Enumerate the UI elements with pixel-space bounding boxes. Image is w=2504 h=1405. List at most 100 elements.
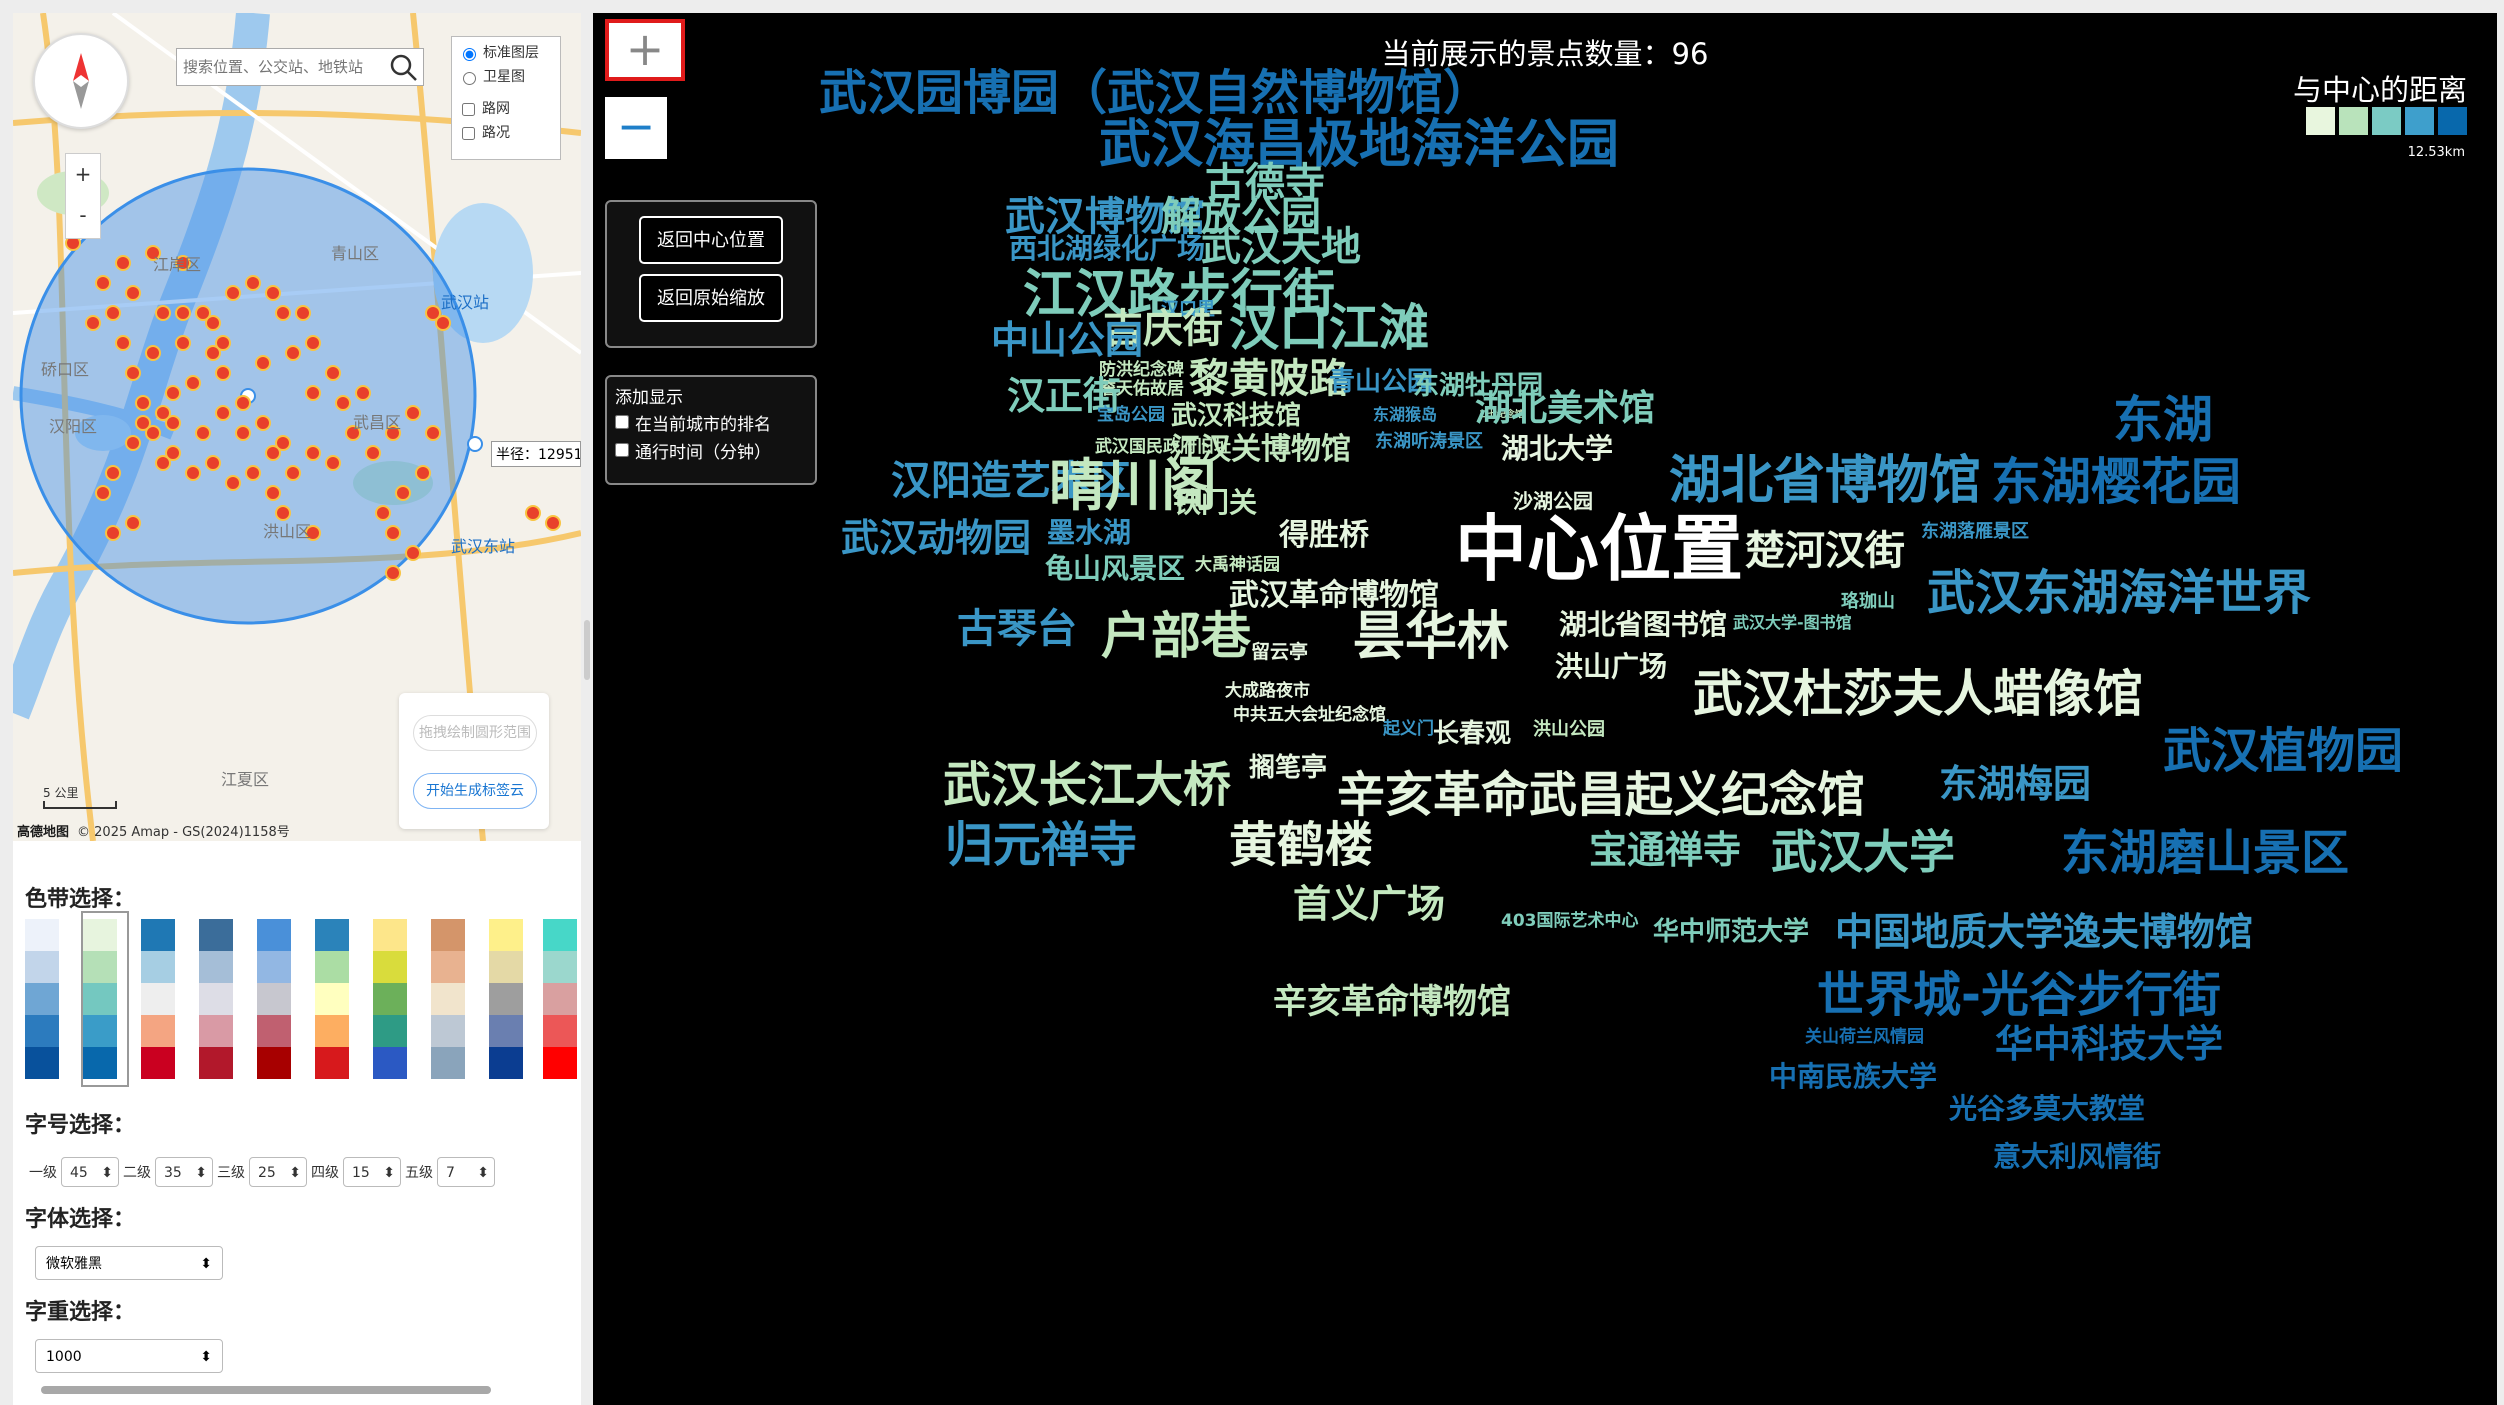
- cloud-word[interactable]: 中心位置: [1455, 513, 1743, 585]
- map-search-input[interactable]: [177, 49, 381, 85]
- layer-standard-radio[interactable]: [463, 48, 476, 61]
- poi-marker[interactable]: [265, 445, 281, 461]
- cloud-word[interactable]: 搁笔亭: [1249, 755, 1327, 781]
- cloud-word[interactable]: 黄鹤楼: [1229, 821, 1373, 869]
- poi-marker[interactable]: [545, 515, 561, 531]
- cloud-word[interactable]: 中共五大会址纪念馆: [1233, 707, 1386, 724]
- scrollbar-thumb[interactable]: [41, 1386, 491, 1394]
- poi-marker[interactable]: [165, 385, 181, 401]
- poi-marker[interactable]: [255, 415, 271, 431]
- poi-marker[interactable]: [385, 525, 401, 541]
- layer-satellite-radio[interactable]: [463, 72, 476, 85]
- color-ramp-option[interactable]: [431, 919, 465, 1079]
- reset-zoom-button[interactable]: 返回原始缩放: [639, 274, 783, 322]
- cloud-word[interactable]: 辛亥革命博物馆: [1273, 985, 1511, 1019]
- poi-marker[interactable]: [425, 425, 441, 441]
- cloud-word[interactable]: 东湖梅园: [1939, 765, 2091, 803]
- cloud-word[interactable]: 昙华林: [1353, 611, 1509, 663]
- poi-marker[interactable]: [305, 445, 321, 461]
- poi-marker[interactable]: [325, 455, 341, 471]
- draw-circle-button[interactable]: 拖拽绘制圆形范围: [413, 715, 537, 751]
- poi-marker[interactable]: [285, 345, 301, 361]
- poi-marker[interactable]: [305, 385, 321, 401]
- poi-marker[interactable]: [295, 305, 311, 321]
- color-ramp-option[interactable]: [141, 919, 175, 1079]
- cloud-word[interactable]: 武汉长江大桥: [943, 761, 1231, 809]
- cloud-word[interactable]: 华中师范大学: [1653, 919, 1809, 945]
- size-level-5-input[interactable]: 7: [437, 1157, 495, 1188]
- cloud-word[interactable]: 楚河汉街: [1745, 531, 1905, 571]
- cloud-word[interactable]: 墨水湖: [1047, 519, 1131, 547]
- poi-marker[interactable]: [245, 465, 261, 481]
- cloud-word[interactable]: 湖北省图书馆: [1559, 611, 1727, 639]
- poi-marker[interactable]: [135, 395, 151, 411]
- cloud-word[interactable]: 古琴台: [957, 609, 1077, 649]
- road-network-checkbox[interactable]: [462, 102, 475, 116]
- color-ramp-option[interactable]: [257, 919, 291, 1079]
- poi-marker[interactable]: [175, 305, 191, 321]
- cloud-word[interactable]: 大禹神话园: [1195, 557, 1280, 574]
- cloud-word[interactable]: 东湖落雁景区: [1921, 523, 2029, 541]
- panel-splitter[interactable]: [584, 620, 590, 680]
- cloud-word[interactable]: 洪山公园: [1533, 721, 1605, 739]
- poi-marker[interactable]: [225, 475, 241, 491]
- cloud-word[interactable]: 东湖: [2113, 395, 2213, 445]
- cloud-word[interactable]: 中国地质大学逸夫博物馆: [1835, 913, 2253, 951]
- map-zoom-out-button[interactable]: -: [66, 195, 100, 236]
- cloud-word[interactable]: 珞珈山: [1841, 593, 1895, 611]
- poi-marker[interactable]: [185, 465, 201, 481]
- cloud-word[interactable]: 洪山广场: [1555, 653, 1667, 681]
- poi-marker[interactable]: [235, 395, 251, 411]
- travel-time-checkbox[interactable]: [615, 443, 629, 457]
- poi-marker[interactable]: [235, 425, 251, 441]
- color-ramp-option[interactable]: [199, 919, 233, 1079]
- poi-marker[interactable]: [125, 515, 141, 531]
- cloud-word[interactable]: 武汉海昌极地海洋公园: [1099, 119, 1619, 171]
- cloud-word[interactable]: 归元禅寺: [945, 821, 1137, 869]
- generate-cloud-button[interactable]: 开始生成标签云: [413, 773, 537, 809]
- poi-marker[interactable]: [145, 425, 161, 441]
- cloud-word[interactable]: 汉口江滩: [1229, 303, 1429, 353]
- cloud-word[interactable]: 中山公园: [991, 321, 1143, 359]
- cloud-word[interactable]: 武汉大学: [1771, 829, 1955, 875]
- poi-marker[interactable]: [265, 285, 281, 301]
- cloud-word[interactable]: 户部巷: [1101, 611, 1251, 661]
- poi-marker[interactable]: [145, 345, 161, 361]
- cloud-word[interactable]: 铁门关: [1173, 489, 1257, 517]
- cloud-word[interactable]: 意大利风情街: [1993, 1143, 2161, 1171]
- cloud-word[interactable]: 武汉动物园: [841, 519, 1031, 557]
- traffic-checkbox[interactable]: [462, 126, 475, 140]
- cloud-word[interactable]: 首义广场: [1293, 885, 1445, 923]
- cloud-word[interactable]: 辛亥革命武昌起义纪念馆: [1337, 771, 1865, 819]
- color-ramp-option[interactable]: [373, 919, 407, 1079]
- poi-marker[interactable]: [165, 415, 181, 431]
- map-zoom-in-button[interactable]: +: [66, 154, 100, 195]
- color-ramp-option[interactable]: [315, 919, 349, 1079]
- poi-marker[interactable]: [155, 305, 171, 321]
- cloud-word[interactable]: 黎黄陂路: [1189, 359, 1349, 399]
- poi-marker[interactable]: [305, 335, 321, 351]
- cloud-word[interactable]: 华中科技大学: [1995, 1025, 2223, 1063]
- compass-control[interactable]: [33, 33, 129, 129]
- poi-marker[interactable]: [155, 455, 171, 471]
- poi-marker[interactable]: [95, 485, 111, 501]
- poi-marker[interactable]: [265, 485, 281, 501]
- return-center-button[interactable]: 返回中心位置: [639, 216, 783, 264]
- poi-marker[interactable]: [385, 565, 401, 581]
- poi-marker[interactable]: [115, 335, 131, 351]
- poi-marker[interactable]: [215, 335, 231, 351]
- font-weight-select[interactable]: 1000: [35, 1339, 223, 1374]
- cloud-word[interactable]: 武汉杜莎夫人蜡像馆: [1693, 669, 2143, 719]
- poi-marker[interactable]: [405, 405, 421, 421]
- amap-logo[interactable]: 高德地图: [17, 821, 69, 840]
- poi-marker[interactable]: [185, 375, 201, 391]
- cloud-word[interactable]: 得胜桥: [1279, 521, 1369, 551]
- cloud-word[interactable]: 留云亭: [1251, 643, 1308, 662]
- rank-checkbox[interactable]: [615, 415, 629, 429]
- poi-marker[interactable]: [335, 395, 351, 411]
- poi-marker[interactable]: [215, 365, 231, 381]
- size-level-2-input[interactable]: 35: [155, 1157, 213, 1188]
- cloud-word[interactable]: 大成路夜市: [1225, 683, 1310, 700]
- poi-marker[interactable]: [105, 525, 121, 541]
- poi-marker[interactable]: [175, 335, 191, 351]
